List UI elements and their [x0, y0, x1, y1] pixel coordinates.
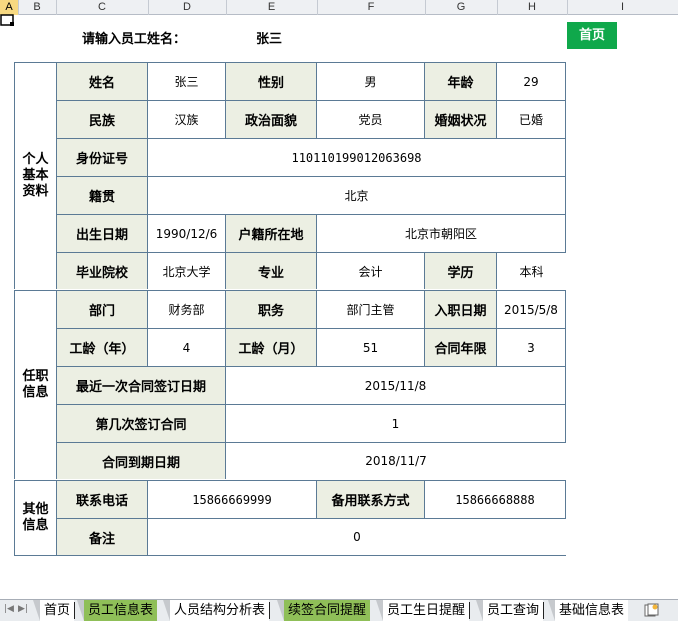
- degree-label: 学历: [425, 253, 497, 289]
- contract-term-label: 合同年限: [425, 329, 497, 367]
- name-label: 姓名: [57, 63, 148, 101]
- hukou-label: 户籍所在地: [226, 215, 317, 253]
- years-of-service-value[interactable]: 4: [148, 329, 226, 367]
- position-label: 职务: [226, 291, 317, 329]
- employee-name-input[interactable]: 张三: [256, 28, 282, 47]
- column-header-bar: A B C D E F G H I: [0, 0, 678, 15]
- employee-name-prompt: 请输入员工姓名：: [82, 32, 187, 47]
- alt-contact-value[interactable]: 15866668888: [425, 481, 566, 519]
- note-label: 备注: [57, 519, 148, 555]
- tab-basic-info[interactable]: 基础信息表: [547, 600, 629, 621]
- column-header-g[interactable]: G: [425, 0, 498, 15]
- tab-employee-info[interactable]: 员工信息表: [76, 600, 158, 621]
- first-sheet-icon[interactable]: |◀: [4, 604, 14, 614]
- column-header-e[interactable]: E: [226, 0, 318, 15]
- school-label: 毕业院校: [57, 253, 148, 289]
- tab-staff-structure[interactable]: 人员结构分析表: [162, 600, 271, 621]
- column-header-c[interactable]: C: [56, 0, 149, 15]
- id-number-value[interactable]: 110110199012063698: [148, 139, 566, 177]
- marital-label: 婚姻状况: [425, 101, 497, 139]
- home-button[interactable]: 首页: [567, 22, 617, 49]
- tab-contract-renewal[interactable]: 续签合同提醒: [276, 600, 371, 621]
- origin-value[interactable]: 北京: [148, 177, 566, 215]
- section-label-other: 其他 信息: [15, 481, 57, 555]
- note-value[interactable]: 0: [148, 519, 566, 555]
- column-header-i[interactable]: I: [567, 0, 678, 15]
- age-label: 年龄: [425, 63, 497, 101]
- column-header-a[interactable]: A: [0, 0, 19, 15]
- school-value[interactable]: 北京大学: [148, 253, 226, 289]
- position-value[interactable]: 部门主管: [317, 291, 425, 329]
- contract-count-label: 第几次签订合同: [57, 405, 226, 443]
- months-of-service-value[interactable]: 51: [317, 329, 425, 367]
- hukou-value[interactable]: 北京市朝阳区: [317, 215, 566, 253]
- ethnicity-value[interactable]: 汉族: [148, 101, 226, 139]
- marital-value[interactable]: 已婚: [497, 101, 566, 139]
- major-label: 专业: [226, 253, 317, 289]
- ethnicity-label: 民族: [57, 101, 148, 139]
- alt-contact-label: 备用联系方式: [317, 481, 425, 519]
- next-sheet-icon[interactable]: ▶|: [18, 604, 28, 614]
- column-header-d[interactable]: D: [148, 0, 227, 15]
- column-header-f[interactable]: F: [317, 0, 426, 15]
- birth-date-label: 出生日期: [57, 215, 148, 253]
- tab-employee-search[interactable]: 员工查询: [475, 600, 545, 621]
- gender-label: 性别: [226, 63, 317, 101]
- hire-date-value[interactable]: 2015/5/8: [497, 291, 566, 329]
- tab-home[interactable]: 首页: [32, 600, 76, 621]
- department-value[interactable]: 财务部: [148, 291, 226, 329]
- contract-expiry-label: 合同到期日期: [57, 443, 226, 479]
- phone-value[interactable]: 15866669999: [148, 481, 317, 519]
- origin-label: 籍贯: [57, 177, 148, 215]
- department-label: 部门: [57, 291, 148, 329]
- contract-term-value[interactable]: 3: [497, 329, 566, 367]
- contract-expiry-value[interactable]: 2018/11/7: [226, 443, 566, 479]
- insert-sheet-icon[interactable]: [644, 603, 659, 617]
- major-value[interactable]: 会计: [317, 253, 425, 289]
- last-contract-date-value[interactable]: 2015/11/8: [226, 367, 566, 405]
- tab-birthday-reminder[interactable]: 员工生日提醒: [375, 600, 471, 621]
- birth-date-value[interactable]: 1990/12/6: [148, 215, 226, 253]
- section-label-personal: 个人 基本 资料: [15, 63, 57, 289]
- contract-count-value[interactable]: 1: [226, 405, 566, 443]
- politics-label: 政治面貌: [226, 101, 317, 139]
- gender-value[interactable]: 男: [317, 63, 425, 101]
- hire-date-label: 入职日期: [425, 291, 497, 329]
- name-value[interactable]: 张三: [148, 63, 226, 101]
- months-of-service-label: 工龄（月）: [226, 329, 317, 367]
- column-header-b[interactable]: B: [18, 0, 57, 15]
- politics-value[interactable]: 党员: [317, 101, 425, 139]
- years-of-service-label: 工龄（年）: [57, 329, 148, 367]
- cell-cursor-icon: [0, 14, 14, 26]
- column-header-h[interactable]: H: [497, 0, 568, 15]
- phone-label: 联系电话: [57, 481, 148, 519]
- degree-value[interactable]: 本科: [497, 253, 566, 289]
- last-contract-date-label: 最近一次合同签订日期: [57, 367, 226, 405]
- sheet-tab-bar: |◀ ▶| 首页 员工信息表 人员结构分析表 续签合同提醒 员工生日提醒 员工查…: [0, 599, 678, 621]
- id-number-label: 身份证号: [57, 139, 148, 177]
- section-label-employment: 任职 信息: [15, 291, 57, 479]
- age-value[interactable]: 29: [497, 63, 566, 101]
